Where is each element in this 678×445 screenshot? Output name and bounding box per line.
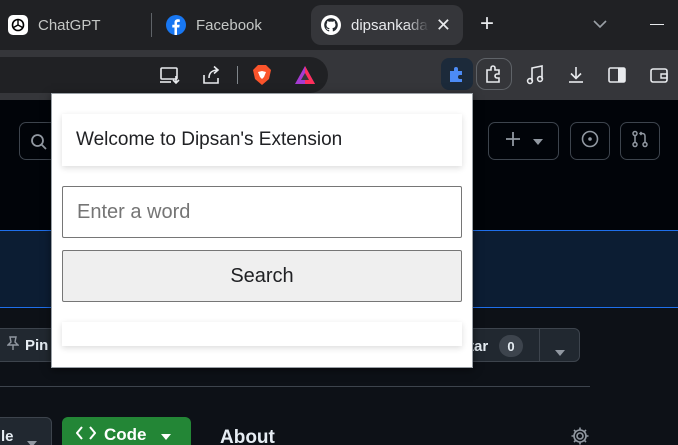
star-count-badge: 0 bbox=[499, 335, 523, 357]
pin-icon bbox=[6, 336, 20, 354]
brave-shields-icon[interactable] bbox=[251, 63, 273, 87]
pull-requests-button[interactable] bbox=[620, 122, 660, 160]
code-label: Code bbox=[104, 425, 147, 444]
address-bar-separator bbox=[237, 66, 238, 84]
tab-title: ChatGPT bbox=[38, 16, 101, 34]
search-button[interactable]: Search bbox=[62, 250, 462, 302]
facebook-icon bbox=[166, 15, 186, 35]
about-heading: About bbox=[220, 427, 275, 445]
code-brackets-icon bbox=[75, 425, 97, 445]
tab-title: dipsankadar bbox=[351, 16, 429, 34]
extensions-menu-icon bbox=[483, 63, 505, 85]
address-bar[interactable] bbox=[0, 57, 328, 93]
extensions-menu-button[interactable] bbox=[476, 58, 512, 90]
github-icon bbox=[321, 15, 341, 35]
caret-down-icon bbox=[160, 425, 171, 445]
pin-label: Pin bbox=[25, 336, 49, 354]
extension-puzzle-icon[interactable] bbox=[446, 63, 468, 85]
brave-rewards-icon[interactable] bbox=[293, 64, 317, 86]
close-tab-icon[interactable]: ✕ bbox=[436, 15, 451, 35]
caret-down-icon bbox=[27, 434, 37, 445]
divider bbox=[0, 386, 590, 387]
tab-chatgpt[interactable]: ChatGPT bbox=[8, 5, 101, 45]
new-tab-button[interactable]: + bbox=[480, 12, 494, 36]
plus-icon bbox=[505, 131, 521, 152]
pull-request-icon bbox=[631, 130, 649, 153]
tab-search-chevron-icon[interactable] bbox=[592, 16, 608, 34]
install-app-icon[interactable] bbox=[158, 64, 182, 86]
extension-popup: Welcome to Dipsan's Extension Search bbox=[51, 93, 473, 368]
tab-separator bbox=[151, 13, 152, 37]
issues-button[interactable] bbox=[570, 122, 610, 160]
search-icon bbox=[29, 132, 49, 152]
downloads-icon[interactable] bbox=[565, 64, 587, 86]
tab-strip: ChatGPT Facebook dipsankadar ✕ + bbox=[0, 0, 678, 50]
caret-down-icon[interactable] bbox=[555, 343, 565, 361]
branch-select-button[interactable]: le bbox=[0, 417, 52, 445]
minimize-window-button[interactable] bbox=[650, 24, 664, 25]
chatgpt-icon bbox=[8, 15, 28, 35]
issue-circle-icon bbox=[581, 130, 599, 153]
tab-facebook[interactable]: Facebook bbox=[166, 5, 262, 45]
sidebar-icon[interactable] bbox=[606, 64, 628, 86]
tab-title: Facebook bbox=[196, 16, 262, 34]
tab-github-active[interactable]: dipsankadar ✕ bbox=[311, 5, 463, 45]
extension-active-slot[interactable] bbox=[441, 58, 473, 90]
gear-icon[interactable] bbox=[570, 426, 590, 445]
result-box bbox=[62, 322, 462, 346]
code-button[interactable]: Code bbox=[62, 417, 191, 445]
media-icon[interactable] bbox=[524, 64, 546, 86]
branch-label: le bbox=[1, 428, 14, 445]
share-icon[interactable] bbox=[200, 64, 224, 86]
create-new-button[interactable] bbox=[488, 122, 559, 160]
star-divider bbox=[539, 329, 540, 361]
star-button[interactable]: tar 0 bbox=[468, 328, 580, 362]
caret-down-icon bbox=[532, 132, 543, 150]
welcome-banner: Welcome to Dipsan's Extension bbox=[62, 114, 462, 166]
word-input[interactable] bbox=[62, 186, 462, 238]
wallet-icon[interactable] bbox=[648, 64, 670, 86]
welcome-text: Welcome to Dipsan's Extension bbox=[76, 129, 343, 150]
